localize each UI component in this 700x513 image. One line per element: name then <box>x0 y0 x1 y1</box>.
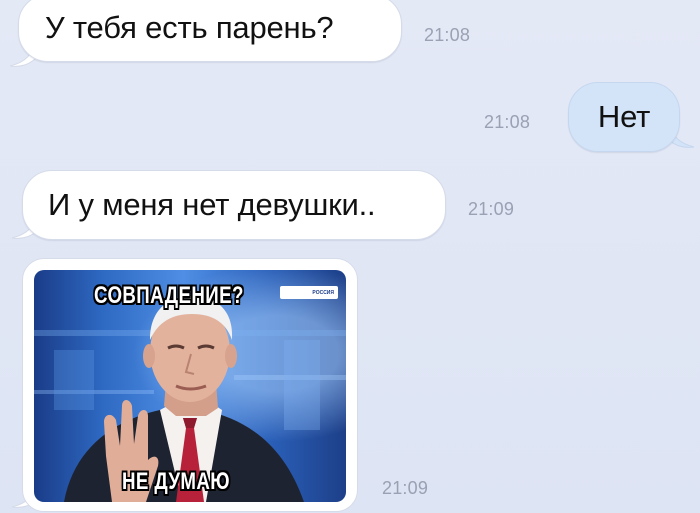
message-timestamp: 21:09 <box>382 478 429 498</box>
channel-logo-text: РОССИЯ <box>312 289 334 296</box>
message-bubble-incoming[interactable]: И у меня нет девушки.. <box>22 170 446 240</box>
message-timestamp: 21:08 <box>424 25 471 45</box>
message-bubble-incoming[interactable]: У тебя есть парень? <box>18 0 402 62</box>
chat-thread: У тебя есть парень? 21:08 21:08 Нет И у … <box>0 0 700 513</box>
message-text: Нет <box>597 99 651 134</box>
image-message-bubble[interactable]: РОССИЯ СОВПАДЕНИЕ? НЕ ДУМАЮ <box>22 258 358 512</box>
meme-top-caption: СОВПАДЕНИЕ? <box>94 282 244 309</box>
meme-bottom-caption: НЕ ДУМАЮ <box>122 468 230 495</box>
channel-logo: РОССИЯ <box>280 286 338 299</box>
message-timestamp: 21:08 <box>484 112 531 132</box>
message-timestamp: 21:09 <box>468 199 515 219</box>
meme-image[interactable]: РОССИЯ СОВПАДЕНИЕ? НЕ ДУМАЮ <box>34 270 346 502</box>
message-bubble-outgoing[interactable]: Нет <box>568 82 680 152</box>
message-text: И у меня нет девушки.. <box>48 187 376 222</box>
message-text: У тебя есть парень? <box>45 10 334 45</box>
